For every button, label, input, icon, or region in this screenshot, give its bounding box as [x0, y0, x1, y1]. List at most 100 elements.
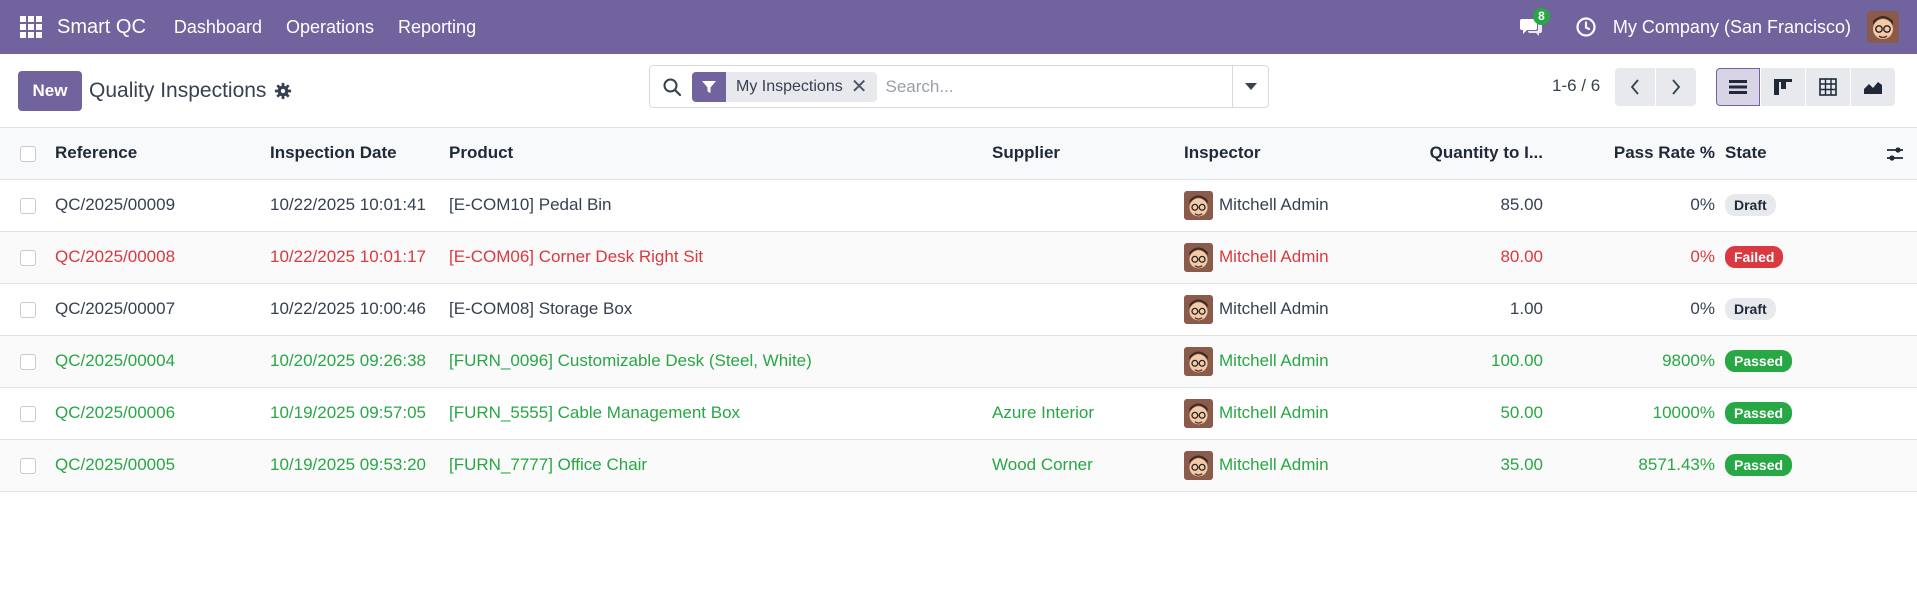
- cell-supplier: Azure Interior: [992, 387, 1184, 440]
- state-badge: Passed: [1725, 454, 1793, 476]
- pivot-view-button[interactable]: [1806, 68, 1850, 106]
- menu-operations[interactable]: Operations: [286, 17, 374, 38]
- cell-inspector: Mitchell Admin: [1219, 403, 1329, 422]
- pager-buttons: [1615, 68, 1696, 106]
- column-inspector[interactable]: Inspector: [1184, 128, 1394, 180]
- inspector-avatar: [1184, 242, 1213, 272]
- kanban-icon: [1774, 79, 1792, 95]
- column-product[interactable]: Product: [449, 128, 992, 180]
- top-navbar: Smart QC Dashboard Operations Reporting …: [0, 0, 1917, 54]
- column-supplier[interactable]: Supplier: [992, 128, 1184, 180]
- inspector-avatar: [1184, 398, 1213, 428]
- cell-inspection-date: 10/19/2025 09:57:05: [270, 387, 449, 440]
- cell-product: [E-COM06] Corner Desk Right Sit: [449, 231, 992, 284]
- inspector-avatar: [1184, 190, 1213, 220]
- cell-quantity: 50.00: [1394, 387, 1543, 440]
- column-quantity[interactable]: Quantity to I...: [1394, 128, 1543, 180]
- row-checkbox[interactable]: [19, 301, 36, 318]
- chevron-left-icon: [1630, 79, 1639, 95]
- cell-supplier: [992, 179, 1184, 232]
- list-view-button[interactable]: [1716, 68, 1760, 106]
- pager-value[interactable]: 1-6 / 6: [1552, 76, 1600, 96]
- table-row[interactable]: QC/2025/00006 10/19/2025 09:57:05 [FURN_55…: [0, 387, 1917, 440]
- cell-quantity: 80.00: [1394, 231, 1543, 284]
- cell-pass-rate: 0%: [1543, 283, 1715, 336]
- company-switcher[interactable]: My Company (San Francisco): [1613, 17, 1851, 38]
- search-input[interactable]: [885, 71, 1232, 102]
- row-checkbox[interactable]: [19, 249, 36, 266]
- column-state[interactable]: State: [1715, 128, 1830, 180]
- row-checkbox[interactable]: [19, 353, 36, 370]
- cell-reference: QC/2025/00008: [55, 231, 270, 284]
- select-all-checkbox[interactable]: [19, 145, 36, 162]
- app-grid-icon[interactable]: [20, 16, 42, 38]
- chat-icon[interactable]: 8: [1519, 8, 1550, 40]
- pager-next-button[interactable]: [1656, 68, 1696, 106]
- search-icon[interactable]: [662, 77, 682, 97]
- graph-view-button[interactable]: [1851, 68, 1895, 106]
- menu-dashboard[interactable]: Dashboard: [174, 17, 262, 38]
- cell-reference: QC/2025/00006: [55, 387, 270, 440]
- cell-inspection-date: 10/22/2025 10:01:41: [270, 179, 449, 232]
- cell-inspection-date: 10/22/2025 10:01:17: [270, 231, 449, 284]
- cell-inspector: Mitchell Admin: [1219, 351, 1329, 370]
- state-badge: Passed: [1725, 402, 1793, 424]
- row-checkbox[interactable]: [19, 197, 36, 214]
- cell-product: [FURN_5555] Cable Management Box: [449, 387, 992, 440]
- activity-clock-icon[interactable]: [1575, 16, 1597, 38]
- cell-pass-rate: 9800%: [1543, 335, 1715, 388]
- table-row[interactable]: QC/2025/00008 10/22/2025 10:01:17 [E-COM06…: [0, 231, 1917, 284]
- list-icon: [1729, 80, 1747, 94]
- cell-product: [E-COM10] Pedal Bin: [449, 179, 992, 232]
- cell-inspector: Mitchell Admin: [1219, 455, 1329, 474]
- remove-filter-icon[interactable]: ✕: [851, 77, 878, 97]
- inspector-avatar: [1184, 450, 1213, 480]
- cell-inspector: Mitchell Admin: [1219, 299, 1329, 318]
- column-reference[interactable]: Reference: [55, 128, 270, 180]
- column-inspection-date[interactable]: Inspection Date: [270, 128, 449, 180]
- cell-pass-rate: 0%: [1543, 179, 1715, 232]
- page-title: Quality Inspections: [89, 78, 267, 102]
- state-badge: Failed: [1725, 246, 1784, 268]
- cell-inspection-date: 10/20/2025 09:26:38: [270, 335, 449, 388]
- cell-quantity: 1.00: [1394, 283, 1543, 336]
- pager-previous-button[interactable]: [1615, 68, 1655, 106]
- search-options-toggle[interactable]: [1232, 66, 1268, 107]
- column-pass-rate[interactable]: Pass Rate %: [1543, 128, 1715, 180]
- cell-inspector: Mitchell Admin: [1219, 195, 1329, 214]
- cell-supplier: [992, 335, 1184, 388]
- gear-icon[interactable]: [274, 82, 292, 100]
- main-menu: Dashboard Operations Reporting: [174, 17, 476, 38]
- row-checkbox[interactable]: [19, 405, 36, 422]
- app-brand[interactable]: Smart QC: [57, 16, 146, 39]
- cell-reference: QC/2025/00009: [55, 179, 270, 232]
- menu-reporting[interactable]: Reporting: [398, 17, 476, 38]
- cell-inspector: Mitchell Admin: [1219, 247, 1329, 266]
- filter-facet-label: My Inspections: [736, 77, 843, 95]
- new-button[interactable]: New: [18, 70, 82, 111]
- table-row[interactable]: QC/2025/00004 10/20/2025 09:26:38 [FURN_00…: [0, 335, 1917, 388]
- cell-product: [FURN_7777] Office Chair: [449, 439, 992, 492]
- chat-count-badge: 8: [1532, 8, 1550, 25]
- cell-reference: QC/2025/00004: [55, 335, 270, 388]
- cell-supplier: Wood Corner: [992, 439, 1184, 492]
- filter-icon: [692, 71, 726, 102]
- kanban-view-button[interactable]: [1761, 68, 1805, 106]
- cell-quantity: 35.00: [1394, 439, 1543, 492]
- chevron-right-icon: [1672, 79, 1681, 95]
- column-settings-icon[interactable]: [1885, 144, 1905, 164]
- cell-product: [E-COM08] Storage Box: [449, 283, 992, 336]
- view-switcher: [1716, 68, 1896, 106]
- cell-pass-rate: 10000%: [1543, 387, 1715, 440]
- inspector-avatar: [1184, 346, 1213, 376]
- table-row[interactable]: QC/2025/00007 10/22/2025 10:00:46 [E-COM08…: [0, 283, 1917, 336]
- row-checkbox[interactable]: [19, 457, 36, 474]
- table-row[interactable]: QC/2025/00009 10/22/2025 10:01:41 [E-COM10…: [0, 179, 1917, 232]
- cell-pass-rate: 0%: [1543, 231, 1715, 284]
- user-avatar[interactable]: [1867, 11, 1899, 43]
- cell-quantity: 100.00: [1394, 335, 1543, 388]
- cell-inspection-date: 10/19/2025 09:53:20: [270, 439, 449, 492]
- table-row[interactable]: QC/2025/00005 10/19/2025 09:53:20 [FURN_77…: [0, 439, 1917, 492]
- inspector-avatar: [1184, 294, 1213, 324]
- cell-supplier: [992, 231, 1184, 284]
